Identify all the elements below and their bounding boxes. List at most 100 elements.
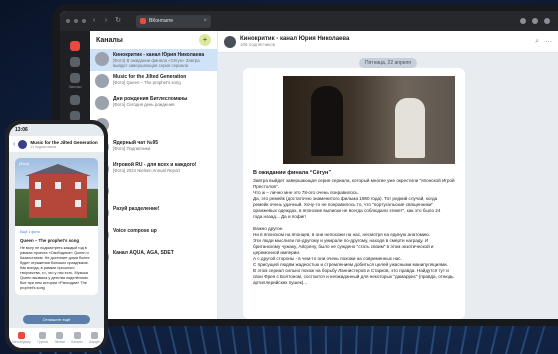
chat-body <box>113 118 212 134</box>
rail-item-2[interactable]: Звонки <box>68 73 82 89</box>
vk-favicon-icon <box>140 18 146 24</box>
chat-body: Дни рождения Битлесломаны [Фото] Сегодня … <box>113 96 212 112</box>
nav-label: Звонки <box>54 340 65 344</box>
nav-label: Каналы <box>71 340 83 344</box>
phone-bottom-nav: Мессенджер Группы Звонки Каналы Аккаунт <box>9 328 104 348</box>
nav-item-2[interactable]: Звонки <box>55 332 65 344</box>
post-text: В ожидании финала “Сёгун” Завтра выйдет … <box>243 164 465 292</box>
chat-list-item[interactable]: Ядерный чат №95 [Фото] Подписчики <box>90 137 217 159</box>
chat-avatar <box>95 74 109 88</box>
nav-label: Группы <box>37 340 49 344</box>
folder-icon <box>70 95 80 105</box>
channel-avatar[interactable] <box>224 35 236 48</box>
tab-close-icon[interactable]: × <box>203 18 207 24</box>
tab-label: ВКонтакте <box>149 18 174 24</box>
messenger-app: Звонки Каналы + Кинокритик - канал Юрия … <box>60 31 558 319</box>
chat-list-item[interactable] <box>90 115 217 137</box>
conversation-panel: Кинокритик - канал Юрия Николаева 106 по… <box>218 31 558 319</box>
post-body: Завтра выйдет завершающая серия сериала,… <box>253 178 455 286</box>
chat-body <box>113 184 212 200</box>
nav-label: Аккаунт <box>89 340 101 344</box>
add-channel-button[interactable]: + <box>199 34 211 46</box>
chat-body: Voice compose up <box>113 228 212 244</box>
phone-screen: 13:06 ‹ Music for the Jilted Generation … <box>9 124 104 348</box>
more-icon[interactable]: ⋯ <box>545 38 552 46</box>
window-close-dot[interactable] <box>66 19 70 23</box>
window-controls <box>520 18 558 24</box>
chat-body: Music for the Jilted Generation [Фото] Qu… <box>113 74 212 90</box>
chat-list-item[interactable]: Канал AQUA, AGA, SDET <box>90 247 217 269</box>
menu-icon[interactable] <box>544 18 550 24</box>
house-window <box>35 200 41 207</box>
rail-item-3[interactable] <box>70 95 80 105</box>
chat-preview: [Фото] Сегодня день рождения <box>113 102 175 107</box>
browser-tab[interactable]: ВКонтакте × <box>136 14 211 28</box>
post-line: Завтра выйдет завершающая серия сериала,… <box>253 178 455 189</box>
phone-header: ‹ Music for the Jilted Generation 11 под… <box>9 136 104 152</box>
window-zoom-dot[interactable] <box>82 19 86 23</box>
phone-status-bar: 13:06 <box>9 124 104 136</box>
extensions-icon[interactable] <box>520 18 526 24</box>
chat-preview <box>113 234 212 244</box>
rail-item-0[interactable] <box>70 41 80 51</box>
chat-list-item[interactable]: Кинокритик - канал Юрия Николаева [Фото] … <box>90 49 217 71</box>
rail-item-1[interactable] <box>70 57 80 67</box>
nav-icon <box>39 332 47 339</box>
back-icon[interactable]: ‹ <box>90 17 98 25</box>
laptop-frame: ‹ › ↻ ВКонтакте × Звонки Каналы + Кинокр… <box>52 4 558 326</box>
chat-list-item[interactable]: Music for the Jilted Generation [Фото] Qu… <box>90 71 217 93</box>
more-photos-link[interactable]: Ещё 1 фото <box>20 230 93 235</box>
chat-list-item[interactable] <box>90 181 217 203</box>
chat-avatar <box>95 96 109 110</box>
window-minimize-dot[interactable] <box>74 19 78 23</box>
rail-label: Звонки <box>68 84 82 89</box>
chat-avatar <box>95 52 109 66</box>
house-window <box>35 182 41 189</box>
nav-item-0[interactable]: Мессенджер <box>12 332 31 344</box>
channel-avatar[interactable] <box>18 139 28 149</box>
house-window <box>75 200 81 207</box>
profile-icon[interactable] <box>532 18 538 24</box>
date-separator: Пятница, 22 апреля <box>358 58 418 68</box>
chat-preview <box>113 212 212 222</box>
chat-preview: [Фото] Подписчики <box>113 146 151 151</box>
forward-icon[interactable]: › <box>102 17 110 25</box>
chat-list-item[interactable]: Voice compose up <box>90 225 217 247</box>
chat-list: Кинокритик - канал Юрия Николаева [Фото] … <box>90 49 217 269</box>
phone-frame: 13:06 ‹ Music for the Jilted Generation … <box>5 120 108 352</box>
phone-channel-subtitle: 11 подписчиков <box>30 144 57 149</box>
post-heading: В ожидании финала “Сёгун” <box>253 170 332 176</box>
chat-list-item[interactable]: Игровой RU - для всех и каждого! [Фото] 2… <box>90 159 217 181</box>
phone-post-body: Не могу не подсмотреть каждый год в рамк… <box>20 246 90 290</box>
nav-item-3[interactable]: Каналы <box>71 332 83 344</box>
search-icon[interactable]: ⌕ <box>535 38 539 46</box>
image-caption: [Фото] <box>19 162 30 166</box>
image-figure-left <box>311 86 343 156</box>
chat-preview <box>113 256 212 266</box>
nav-icon <box>56 332 64 339</box>
reload-icon[interactable]: ↻ <box>114 17 122 25</box>
phone-post-heading: Queen – The prophet's song <box>20 238 80 243</box>
desktop-app-window: ‹ › ↻ ВКонтакте × Звонки Каналы + Кинокр… <box>60 11 558 319</box>
status-time: 13:06 <box>15 127 28 133</box>
chat-list-item[interactable]: Дни рождения Битлесломаны [Фото] Сегодня … <box>90 93 217 115</box>
nav-label: Мессенджер <box>12 340 31 344</box>
house-window <box>75 182 81 189</box>
nav-item-1[interactable]: Группы <box>37 332 48 344</box>
house-wall <box>29 174 87 218</box>
back-icon[interactable]: ‹ <box>13 141 15 148</box>
chat-list-item[interactable]: Разуй разделение! <box>90 203 217 225</box>
messages-icon <box>70 41 80 51</box>
chat-body: Канал AQUA, AGA, SDET <box>113 250 212 266</box>
nav-item-4[interactable]: Аккаунт <box>89 332 101 344</box>
chat-list-title: Каналы <box>96 36 123 44</box>
phone-post-text: Ещё 1 фото Queen – The prophet's song Не… <box>15 226 98 295</box>
browser-titlebar: ‹ › ↻ ВКонтакте × <box>60 11 558 31</box>
post-image[interactable] <box>283 76 455 164</box>
header-actions: ⌕ ⋯ <box>535 38 552 46</box>
house-window <box>55 182 61 189</box>
post-image[interactable]: [Фото] <box>15 158 98 226</box>
unsubscribe-button[interactable]: Отпишите ещё <box>23 315 90 324</box>
phone-channel-title: Music for the Jilted Generation <box>30 139 98 145</box>
chat-preview <box>113 118 212 128</box>
